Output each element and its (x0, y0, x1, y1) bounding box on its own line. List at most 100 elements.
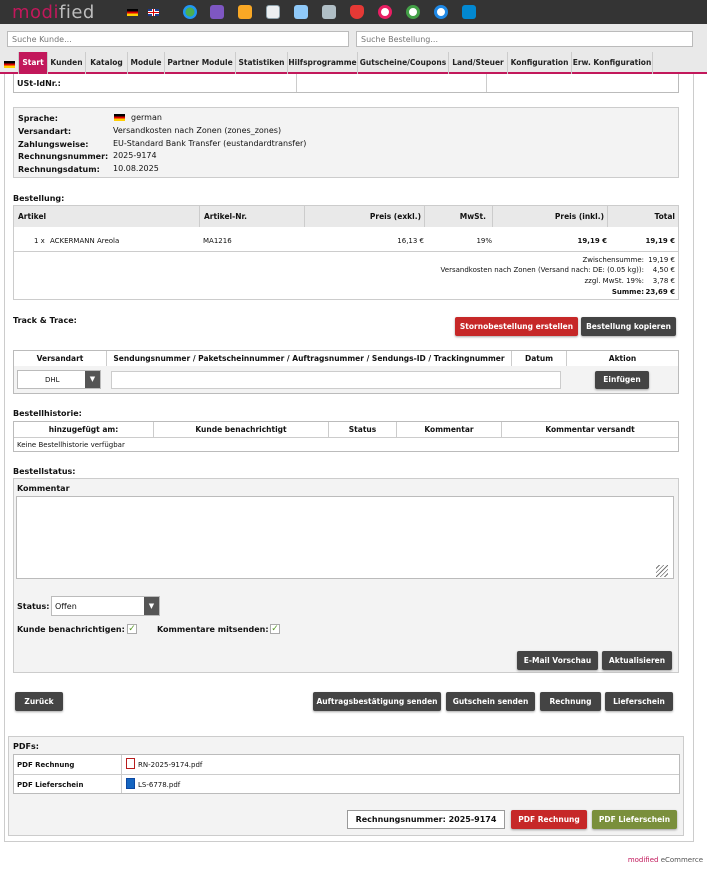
comment-textarea[interactable] (16, 496, 674, 579)
send-voucher-button[interactable]: Gutschein senden (446, 692, 535, 711)
pdfs-panel: PDFs: PDF Rechnung RN-2025-9174.pdf PDF … (8, 736, 684, 836)
col-datum: Datum (512, 351, 567, 366)
tab-partner-module[interactable]: Partner Module (164, 52, 235, 74)
notify-customer-checkbox[interactable]: ✓ (127, 624, 137, 634)
tab-konfiguration[interactable]: Konfiguration (507, 52, 571, 74)
invoice-number-label: Rechnungsnummer: (18, 152, 109, 161)
status-title: Bestellstatus: (13, 467, 76, 476)
item-total: 19,19 € (645, 237, 675, 245)
subtotal-label: Zwischensumme: (582, 256, 644, 264)
tab-erw-konfiguration[interactable]: Erw. Konfiguration (571, 52, 653, 74)
history-title: Bestellhistorie: (13, 409, 82, 418)
update-button[interactable]: Aktualisieren (602, 651, 672, 670)
col-preis-inkl: Preis (inkl.) (493, 206, 608, 227)
item-qty: 1 x (34, 237, 45, 245)
col-artikel: Artikel (14, 206, 200, 227)
order-status-panel: Kommentar Status: Offen ▼ Kunde benachri… (13, 478, 679, 673)
german-flag-icon[interactable] (127, 9, 138, 16)
invoice-date-value: 10.08.2025 (113, 164, 159, 173)
invoice-date-label: Rechnungsdatum: (18, 165, 100, 174)
shop-icon[interactable] (210, 5, 224, 19)
tab-katalog[interactable]: Katalog (85, 52, 127, 74)
copy-order-button[interactable]: Bestellung kopieren (581, 317, 676, 336)
pdf-delivery-button[interactable]: PDF Lieferschein (592, 810, 677, 829)
support-blue-icon[interactable] (434, 5, 448, 19)
shipping-value: Versandkosten nach Zonen (zones_zones) (113, 126, 282, 135)
database-icon[interactable] (322, 5, 336, 19)
sum-value: 23,69 € (645, 288, 675, 296)
logo[interactable]: modified (12, 2, 95, 23)
users-icon[interactable] (238, 5, 252, 19)
payment-value: EU-Standard Bank Transfer (eustandardtra… (113, 139, 307, 148)
pdf-invoice-button[interactable]: PDF Rechnung (511, 810, 587, 829)
pdf-delivery-label: PDF Lieferschein (17, 781, 84, 789)
vat-table: USt-IdNr.: (13, 74, 679, 93)
carrier-select[interactable]: DHL ▼ (17, 370, 101, 389)
tab-land-steuer[interactable]: Land/Steuer (448, 52, 507, 74)
support-green-icon[interactable] (406, 5, 420, 19)
tax-value: 3,78 € (652, 277, 675, 285)
tracking-table: Versandart Sendungsnummer / Paketscheinn… (13, 350, 679, 394)
pdf-delivery-file[interactable]: LS-6778.pdf (138, 781, 180, 789)
sum-label: Summe: (611, 288, 644, 296)
footer-brand: modified eCommerce (627, 856, 703, 864)
tab-gutscheine[interactable]: Gutscheine/Coupons (357, 52, 448, 74)
tab-hilfsprogramme[interactable]: Hilfsprogramme (287, 52, 357, 74)
col-comment-sent: Kommentar versandt (502, 422, 678, 437)
status-select[interactable]: Offen ▼ (51, 596, 160, 616)
carrier-value: DHL (45, 376, 60, 384)
payment-label: Zahlungsweise: (18, 140, 89, 149)
send-comments-label: Kommentare mitsenden: (157, 625, 269, 634)
divider (14, 774, 679, 775)
pdf-invoice-file[interactable]: RN-2025-9174.pdf (138, 761, 202, 769)
support-pink-icon[interactable] (378, 5, 392, 19)
shipping-cost-value: 4,50 € (652, 266, 675, 274)
resize-handle-icon[interactable] (656, 565, 668, 577)
invoice-button[interactable]: Rechnung (540, 692, 601, 711)
divider (486, 74, 487, 92)
item-tax: 19% (476, 237, 492, 245)
col-total: Total (608, 206, 678, 227)
tab-statistiken[interactable]: Statistiken (235, 52, 287, 74)
history-empty-text: Keine Bestellhistorie verfügbar (17, 441, 125, 449)
send-order-confirmation-button[interactable]: Auftragsbestätigung senden (313, 692, 441, 711)
tab-kunden[interactable]: Kunden (47, 52, 85, 74)
document-icon[interactable] (266, 5, 280, 19)
divider (14, 437, 678, 438)
language-value: german (131, 113, 162, 122)
order-search-input[interactable] (356, 31, 693, 47)
search-bar (0, 24, 707, 52)
delivery-note-button[interactable]: Lieferschein (605, 692, 673, 711)
send-icon[interactable] (462, 5, 476, 19)
language-flag-icon[interactable] (4, 61, 15, 68)
send-comments-checkbox[interactable]: ✓ (270, 624, 280, 634)
pdfs-title: PDFs: (13, 742, 39, 751)
customer-search-input[interactable] (7, 31, 349, 47)
english-flag-icon[interactable] (148, 9, 159, 16)
status-label: Status: (17, 602, 50, 611)
globe-icon[interactable] (183, 5, 197, 19)
email-preview-button[interactable]: E-Mail Vorschau (517, 651, 598, 670)
shield-icon[interactable] (350, 5, 364, 19)
tab-start[interactable]: Start (18, 52, 47, 74)
german-flag-icon (114, 114, 125, 121)
order-title: Bestellung: (13, 194, 65, 203)
insert-tracking-button[interactable]: Einfügen (595, 371, 649, 389)
order-info-panel: Sprache: german Versandart: Versandkoste… (13, 107, 679, 178)
pages-icon[interactable] (294, 5, 308, 19)
cancel-order-button[interactable]: Stornobestellung erstellen (455, 317, 578, 336)
chevron-down-icon: ▼ (144, 597, 159, 615)
shipping-cost-label: Versandkosten nach Zonen (Versand nach: … (440, 266, 644, 274)
chevron-down-icon: ▼ (85, 371, 100, 388)
main-nav: Start Kunden Katalog Module Partner Modu… (0, 52, 707, 74)
tab-module[interactable]: Module (127, 52, 164, 74)
tracking-number-input[interactable] (111, 371, 561, 389)
back-button[interactable]: Zurück (15, 692, 63, 711)
col-added: hinzugefügt am: (14, 422, 154, 437)
pdf-file-icon (126, 758, 135, 769)
comment-label: Kommentar (17, 484, 70, 493)
table-row: 1 x ACKERMANN Areola MA1216 16,13 € 19% … (14, 227, 678, 252)
top-bar: modified (0, 0, 707, 24)
col-comment: Kommentar (397, 422, 502, 437)
divider (296, 74, 297, 92)
